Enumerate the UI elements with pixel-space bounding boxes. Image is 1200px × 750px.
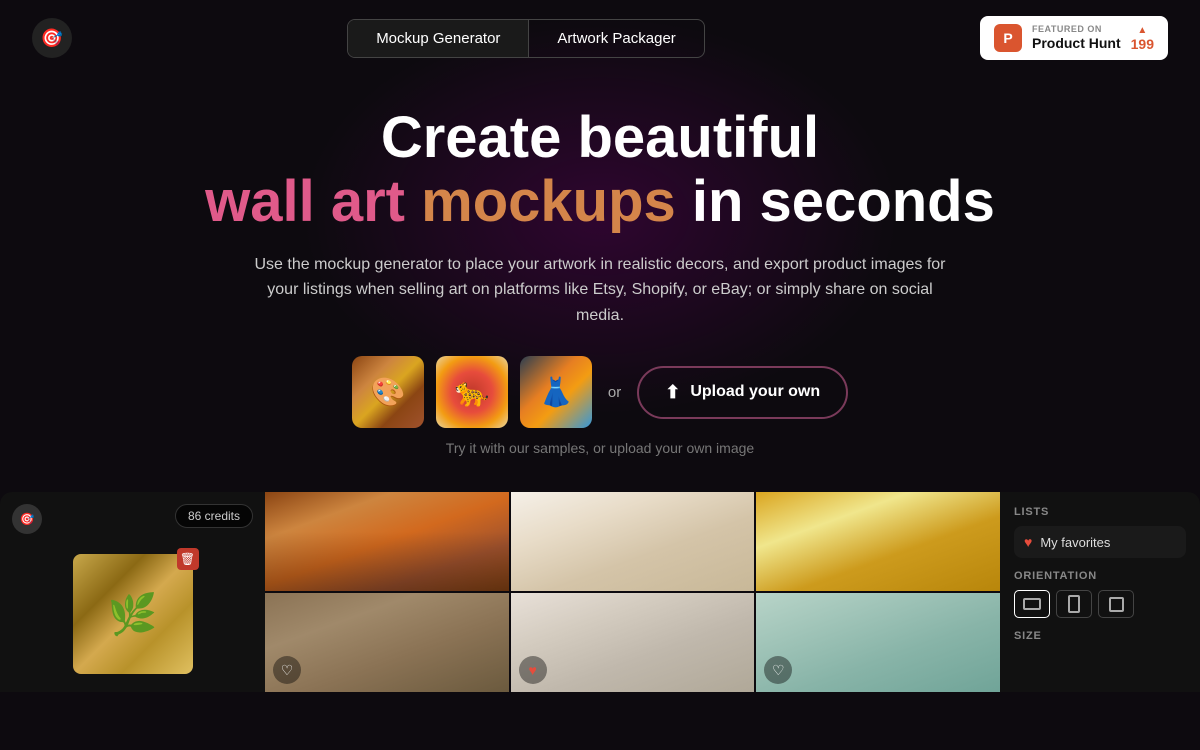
right-sidebar: LISTS ♥ My favorites ORIENTATION SIZE [1000,492,1200,692]
word-in-seconds: in seconds [692,169,995,234]
word-mockups: mockups [421,169,676,234]
editor-logo: 🎯 [12,504,42,534]
upload-icon: ⬆ [665,382,680,403]
hero-section: Create beautiful wall art mockups in sec… [0,76,1200,476]
tab-mockup-generator[interactable]: Mockup Generator [348,20,529,57]
mockup-image-5 [511,593,755,692]
delete-artwork-button[interactable]: 🗑 [177,548,199,570]
left-panel: 🎯 86 credits 🌿 🗑 [0,492,265,692]
mockup-cell-4[interactable]: ♡ [265,593,509,692]
product-hunt-logo: P [994,24,1022,52]
mockup-cell-1[interactable] [265,492,509,591]
mockup-cell-5[interactable]: ♥ [511,593,755,692]
or-label: or [608,384,621,401]
credits-badge: 86 credits [175,504,253,528]
mockup-image-3 [756,492,1000,591]
sample-artwork-3[interactable] [520,356,592,428]
product-hunt-votes: 199 [1131,36,1154,52]
square-icon [1109,597,1124,612]
word-art: art [331,169,405,234]
product-hunt-text: FEATURED ON Product Hunt [1032,24,1121,52]
product-hunt-count: ▲ 199 [1131,25,1154,52]
preview-section: 🎯 86 credits 🌿 🗑 ♡ ♥ ♡ LIST [0,492,1200,692]
favorites-label: My favorites [1040,535,1110,550]
hero-title-line1: Create beautiful [20,106,1180,170]
hero-subtitle: Use the mockup generator to place your a… [250,252,950,329]
mockup-image-1 [265,492,509,591]
orientation-buttons [1014,590,1186,618]
hero-title-line2: wall art mockups in seconds [20,170,1180,234]
tab-artwork-packager[interactable]: Artwork Packager [529,20,703,57]
upvote-arrow-icon: ▲ [1137,25,1147,36]
mockup-grid: ♡ ♥ ♡ [265,492,1000,692]
mockup-cell-2[interactable] [511,492,755,591]
sample-artwork-2[interactable] [436,356,508,428]
orientation-section-title: ORIENTATION [1014,570,1186,582]
landscape-icon [1023,598,1041,610]
upload-button-label: Upload your own [690,383,820,401]
upload-button[interactable]: ⬆ Upload your own [637,366,848,419]
orientation-landscape-button[interactable] [1014,590,1050,618]
logo[interactable]: 🎯 [32,18,72,58]
heart-button-5[interactable]: ♥ [519,656,547,684]
mockup-image-6 [756,593,1000,692]
mockup-cell-3[interactable] [756,492,1000,591]
mockup-image-4 [265,593,509,692]
mockup-cell-6[interactable]: ♡ [756,593,1000,692]
sample-row: or ⬆ Upload your own [20,356,1180,428]
portrait-icon [1068,595,1080,613]
sample-artwork-1[interactable] [352,356,424,428]
sample-hint: Try it with our samples, or upload your … [20,440,1180,456]
product-hunt-name: Product Hunt [1032,35,1121,52]
favorites-heart-icon: ♥ [1024,534,1032,550]
orientation-portrait-button[interactable] [1056,590,1092,618]
word-wall: wall [205,169,315,234]
product-hunt-featured-label: FEATURED ON [1032,24,1121,35]
mockup-image-2 [511,492,755,591]
header: 🎯 Mockup Generator Artwork Packager P FE… [0,0,1200,76]
favorites-item[interactable]: ♥ My favorites [1014,526,1186,558]
artwork-preview: 🌿 🗑 [73,554,193,674]
size-section-title: SIZE [1014,630,1186,642]
product-hunt-badge[interactable]: P FEATURED ON Product Hunt ▲ 199 [980,16,1168,60]
logo-icon: 🎯 [41,28,63,49]
nav-tabs: Mockup Generator Artwork Packager [347,19,705,58]
orientation-square-button[interactable] [1098,590,1134,618]
lists-section-title: LISTS [1014,506,1186,518]
